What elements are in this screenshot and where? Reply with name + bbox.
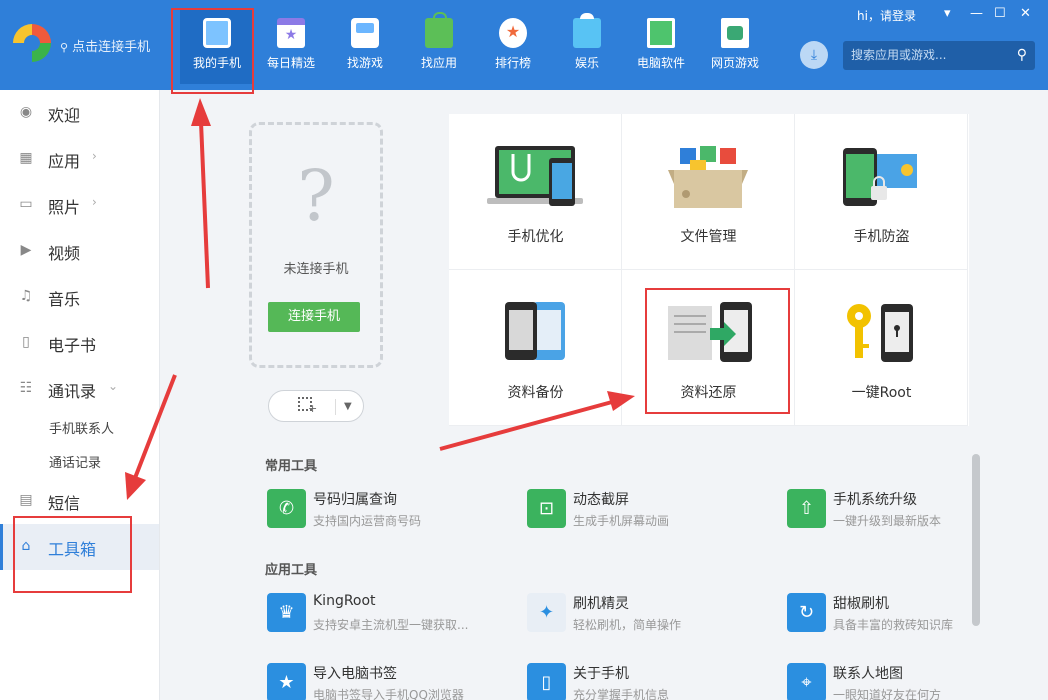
arrow-to-my-phone [199, 121, 210, 289]
arrowhead-toolbox [125, 472, 146, 500]
annotation-arrows [125, 98, 635, 500]
arrow-to-toolbox [133, 374, 177, 479]
arrowhead-data-restore [607, 391, 635, 411]
arrowhead-my-phone [191, 98, 211, 126]
arrow-to-data-restore [439, 400, 613, 451]
